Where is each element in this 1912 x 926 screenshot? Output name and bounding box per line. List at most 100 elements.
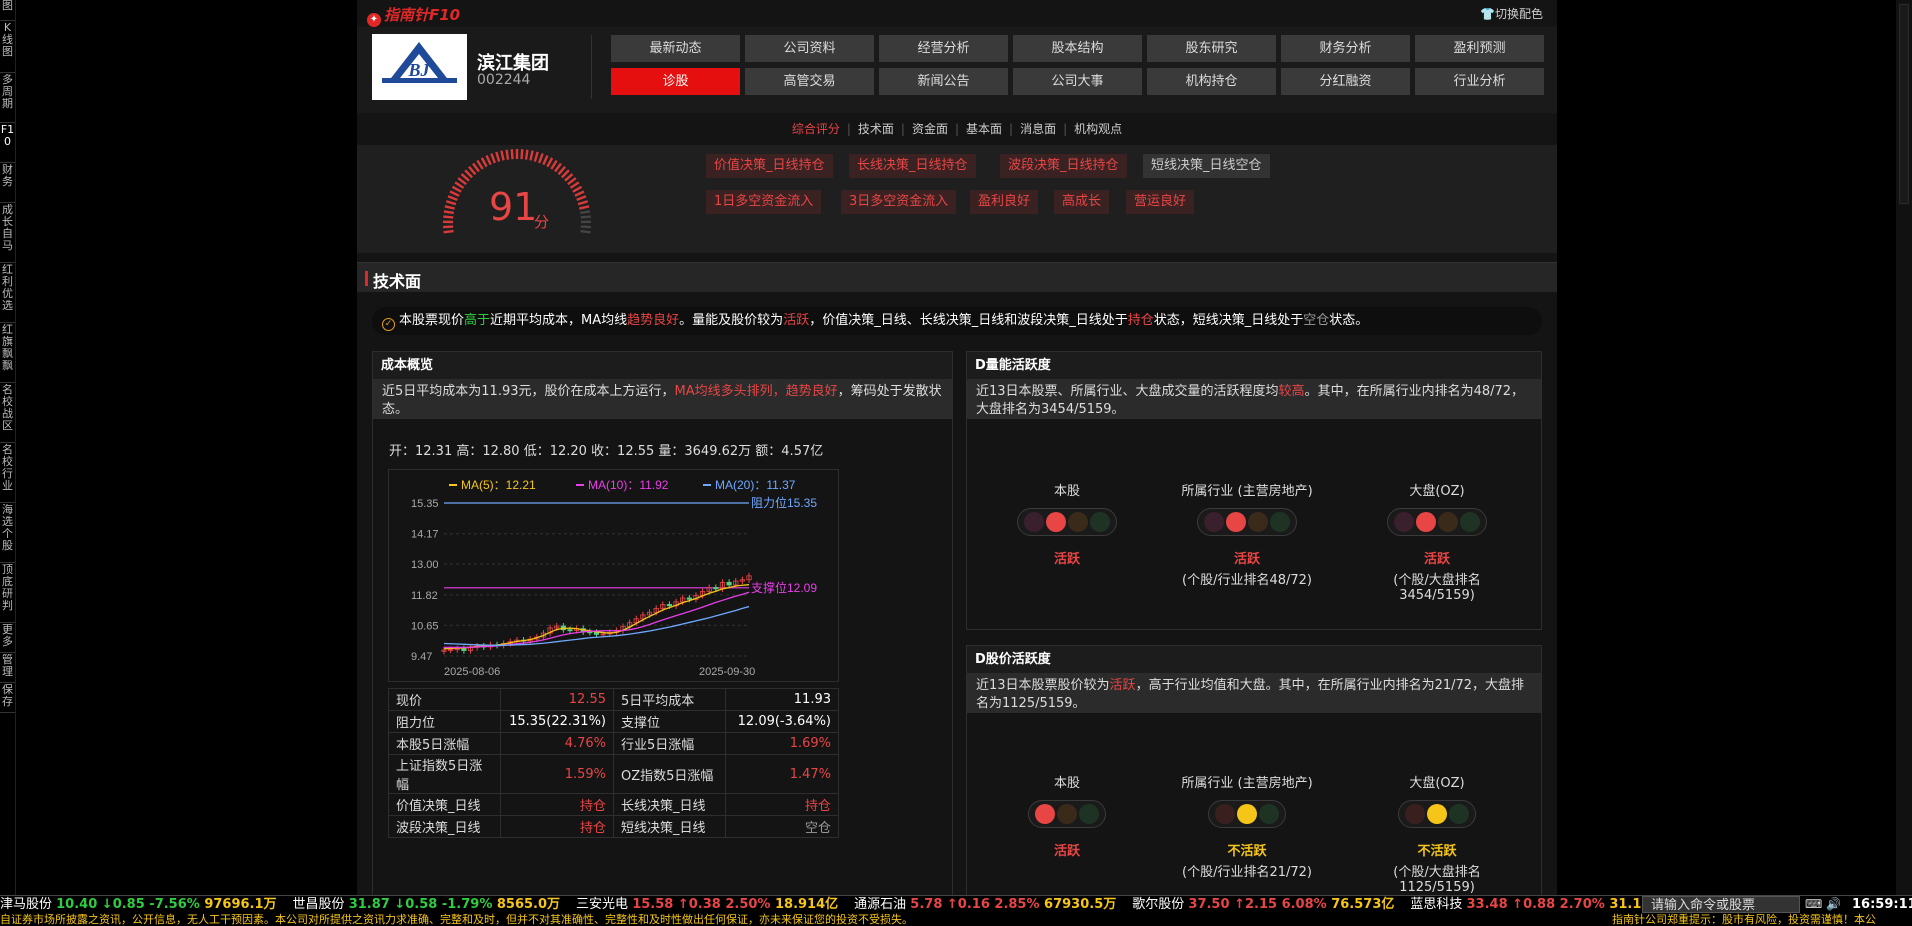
gauge-tick — [447, 195, 458, 202]
gauge-tick — [524, 149, 529, 160]
score-unit: 分 — [534, 213, 550, 231]
stats-label: 本股5日涨幅 — [388, 732, 501, 755]
activity-block-title: 大盘(OZ) — [1409, 484, 1465, 499]
signal-tag[interactable]: 盈利良好 — [970, 190, 1039, 214]
stats-row: 本股5日涨幅 4.76% 行业5日涨幅 1.69% — [388, 732, 839, 755]
nav-button[interactable]: 诊股 — [611, 68, 740, 95]
gauge-tick — [495, 151, 501, 162]
candle-body — [726, 581, 732, 586]
subtab[interactable]: 资金面 — [912, 122, 948, 136]
nav-button[interactable]: 公司大事 — [1013, 68, 1142, 95]
command-input[interactable]: 请输入命令或股票 — [1642, 896, 1800, 913]
gauge-tick — [454, 181, 465, 189]
ticker-item[interactable]: 世昌股份 31.87 ↓0.58 -1.79% 8565.0万 — [293, 896, 561, 913]
subtab[interactable]: 技术面 — [858, 122, 894, 136]
left-nav-item[interactable]: K线图 — [0, 22, 15, 73]
nav-button[interactable]: 股东研究 — [1147, 35, 1276, 62]
subtab[interactable]: 综合评分 — [792, 122, 840, 136]
left-nav-item[interactable]: 成长自马 — [0, 204, 15, 263]
signal-tag[interactable]: 波段决策_日线持仓 — [1000, 154, 1127, 178]
left-nav-item[interactable]: 红旗飘飘 — [0, 324, 15, 383]
gauge-tick — [580, 225, 591, 229]
volume-icon[interactable]: 🔊 — [1826, 897, 1841, 911]
stats-table: 现价 12.55 5日平均成本 11.93 阻力位 15.35(22.31%) 支撑位 12.… — [388, 688, 839, 838]
support-label: 支撑位12.09 — [751, 580, 817, 595]
light-dot — [1079, 804, 1099, 824]
tab-separator: | — [1009, 122, 1014, 136]
left-nav-item[interactable]: 保存 — [0, 684, 15, 713]
ticker-pct: 6.08% — [1281, 897, 1332, 912]
gauge-tick — [533, 151, 539, 162]
switch-color-button[interactable]: 👕切换配色 — [1480, 5, 1543, 22]
signal-tag[interactable]: 3日多空资金流入 — [841, 190, 957, 214]
nav-button[interactable]: 股本结构 — [1013, 35, 1142, 62]
desc-text: 近13日本股票、所属行业、大盘成交量的活跃程度均 — [976, 384, 1279, 399]
subtab[interactable]: 消息面 — [1020, 122, 1056, 136]
ticker-item[interactable]: 三安光电 15.58 ↑0.38 2.50% 18.914亿 — [576, 896, 838, 913]
light-dot — [1226, 512, 1246, 532]
nav-button[interactable]: 盈利预测 — [1415, 35, 1544, 62]
subtab[interactable]: 基本面 — [966, 122, 1002, 136]
gauge-tick — [443, 225, 454, 229]
gauge-tick — [577, 200, 589, 206]
signal-tag[interactable]: 长线决策_日线持仓 — [849, 154, 976, 178]
x-start-label: 2025-08-06 — [444, 666, 500, 678]
subtab[interactable]: 机构观点 — [1074, 122, 1122, 136]
nav-button[interactable]: 分红融资 — [1281, 68, 1410, 95]
signal-tag[interactable]: 1日多空资金流入 — [706, 190, 822, 214]
light-dot — [1024, 512, 1044, 532]
summary-text: 。量能及股价较为 — [679, 313, 784, 328]
gauge-tick — [529, 150, 534, 161]
stats-value: 4.76% — [500, 732, 614, 755]
ticker-item[interactable]: 歌尔股份 37.50 ↑2.15 6.08% 76.573亿 — [1132, 896, 1394, 913]
signal-tag[interactable]: 营运良好 — [1126, 190, 1195, 214]
summary-text: 本股票现价 — [399, 313, 465, 328]
left-nav-item[interactable]: 海选个股 — [0, 504, 15, 563]
left-nav-item[interactable]: 名校行业 — [0, 444, 15, 503]
left-nav-item[interactable]: 管理 — [0, 654, 15, 683]
y-tick-label: 11.82 — [411, 590, 438, 602]
nav-button[interactable]: 新闻公告 — [879, 68, 1008, 95]
ticker-item[interactable]: 蓝思科技 33.48 ↑0.88 2.70% 31.176亿 — [1410, 896, 1672, 913]
ticker-pct: 2.70% — [1559, 897, 1610, 912]
stats-value: 持仓 — [725, 793, 839, 816]
nav-button[interactable]: 机构持仓 — [1147, 68, 1276, 95]
ticker-pct: 2.50% — [725, 897, 775, 912]
signal-tag[interactable]: 短线决策_日线空仓 — [1143, 154, 1270, 178]
ticker-item[interactable]: 通源石油 5.78 ↑0.16 2.85% 67930.5万 — [854, 896, 1116, 913]
nav-button[interactable]: 最新动态 — [611, 35, 740, 62]
left-nav-item[interactable]: 财务 — [0, 164, 15, 203]
left-nav-item[interactable]: 更多 — [0, 624, 15, 653]
summary-highlight: 活跃 — [783, 313, 810, 328]
resistance-label: 阻力位15.35 — [751, 495, 817, 510]
signal-tag[interactable]: 高成长 — [1054, 190, 1110, 214]
nav-button[interactable]: 财务分析 — [1281, 35, 1410, 62]
gauge-tick — [510, 149, 514, 160]
left-nav-item[interactable]: 顶底研判 — [0, 564, 15, 623]
left-nav-item[interactable]: F10 — [0, 124, 15, 163]
left-nav-item[interactable]: 多周期 — [0, 74, 15, 123]
activity-status: 活跃 — [1053, 844, 1080, 859]
light-dot — [1449, 804, 1469, 824]
activity-rank: (个股/大盘排名3454/5159) — [1393, 573, 1481, 603]
page-scrollbar[interactable] — [1896, 0, 1912, 895]
nav-button[interactable]: 经营分析 — [879, 35, 1008, 62]
scroll-thumb[interactable] — [1899, 4, 1909, 204]
y-tick-label: 14.17 — [411, 529, 439, 541]
kline-chart-svg: 15.35 14.17 13.00 11.82 10.65 9.47 MA(5)：12.21… — [411, 478, 817, 678]
activity-block: 大盘(OZ) 不活跃 (个股/大盘排名1125/5159) — [1357, 772, 1517, 895]
traffic-light — [1398, 800, 1476, 828]
left-nav-item[interactable]: 图 — [0, 0, 15, 21]
activity-block: 所属行业 (主营房地产) 活跃 (个股/行业排名48/72) — [1167, 480, 1327, 588]
left-nav-item[interactable]: 名校战区 — [0, 384, 15, 443]
gauge-tick — [443, 215, 454, 219]
signal-tag[interactable]: 价值决策_日线持仓 — [706, 154, 833, 178]
nav-button[interactable]: 高管交易 — [745, 68, 874, 95]
binjiang-logo-image: BJ — [382, 42, 457, 83]
left-nav-item[interactable]: 红利优选 — [0, 264, 15, 323]
nav-button[interactable]: 公司资料 — [745, 35, 874, 62]
keyboard-icon[interactable]: ⌨ — [1805, 897, 1822, 911]
ticker-item[interactable]: 津马股份 10.40 ↓0.85 -7.56% 97696.1万 — [0, 896, 277, 913]
nav-button[interactable]: 行业分析 — [1415, 68, 1544, 95]
activity-status: 活跃 — [1233, 552, 1260, 567]
